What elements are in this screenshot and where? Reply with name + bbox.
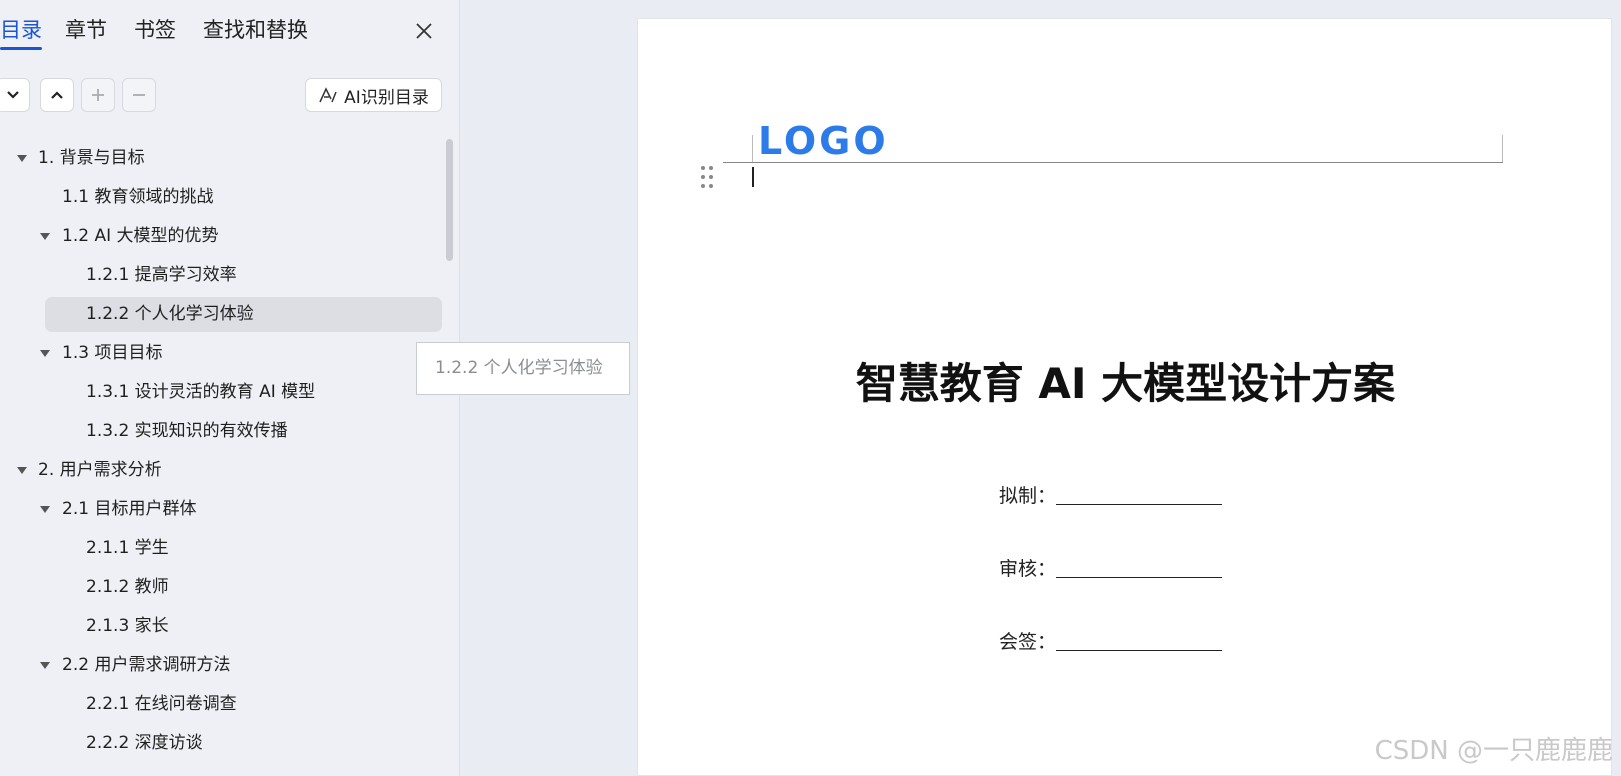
- toc-item-label: 1.3.2 实现知识的有效传播: [86, 421, 288, 441]
- toc-item-label: 1.3.1 设计灵活的教育 AI 模型: [86, 382, 316, 402]
- toc-tooltip: 1.2.2 个人化学习体验: [416, 342, 630, 395]
- chevron-up-icon: [51, 91, 63, 99]
- document-title: 智慧教育 AI 大模型设计方案: [855, 359, 1396, 408]
- toc-item[interactable]: 2.1 目标用户群体: [0, 490, 440, 529]
- toc-item-label: 2.2.2 深度访谈: [86, 733, 203, 753]
- toc-item-label: 1. 背景与目标: [38, 148, 145, 168]
- expand-triangle-icon[interactable]: [38, 646, 52, 685]
- toc-item[interactable]: 2.1.1 学生: [0, 529, 440, 568]
- toc-item-label: 2. 用户需求分析: [38, 460, 162, 480]
- toc-item-label: 1.3 项目目标: [62, 343, 163, 363]
- minus-icon: [133, 94, 145, 96]
- toc-item[interactable]: 2.2.1 在线问卷调查: [0, 685, 440, 724]
- toc-item[interactable]: 2.1.3 家长: [0, 607, 440, 646]
- toc-item-label: 2.1 目标用户群体: [62, 499, 197, 519]
- promote-button[interactable]: [40, 78, 74, 112]
- toc-item-label: 2.1.3 家长: [86, 616, 169, 636]
- toc-scrollbar[interactable]: [446, 139, 453, 261]
- sign-field-label: 拟制：: [999, 485, 1057, 507]
- sign-field-blank[interactable]: [1056, 485, 1223, 505]
- add-entry-button[interactable]: [81, 78, 115, 112]
- toc-item-label: 2.2.1 在线问卷调查: [86, 694, 237, 714]
- expand-triangle-icon[interactable]: [38, 334, 52, 373]
- toc-item[interactable]: 1.3 项目目标: [0, 334, 440, 373]
- close-icon: [416, 23, 432, 39]
- toc-toolbar: AI识别目录: [0, 78, 460, 114]
- expand-triangle-icon[interactable]: [38, 490, 52, 529]
- toc-item[interactable]: 2.2 用户需求调研方法: [0, 646, 440, 685]
- expand-triangle-icon[interactable]: [38, 217, 52, 256]
- toc-tree: 1. 背景与目标 1.1 教育领域的挑战 1.2 AI 大模型的优势 1.2.1 提高…: [0, 139, 442, 763]
- tab-find-replace[interactable]: 查找和替换: [203, 14, 308, 46]
- sign-field-reviewed: 审核：: [999, 554, 1223, 581]
- toc-item[interactable]: 2. 用户需求分析: [0, 451, 440, 490]
- toc-item[interactable]: 1.3.2 实现知识的有效传播: [0, 412, 440, 451]
- tab-toc[interactable]: 目录: [0, 14, 42, 50]
- sign-field-label: 审核：: [999, 558, 1057, 580]
- toc-item-label: 1.2.2 个人化学习体验: [86, 304, 254, 324]
- toc-item[interactable]: 1.3.1 设计灵活的教育 AI 模型: [0, 373, 440, 412]
- expand-triangle-icon[interactable]: [15, 139, 29, 178]
- remove-entry-button[interactable]: [122, 78, 156, 112]
- sign-field-blank[interactable]: [1056, 558, 1223, 578]
- document-page[interactable]: LOGO 智慧教育 AI 大模型设计方案 拟制： 审核： 会签：: [637, 18, 1612, 776]
- toc-item[interactable]: 1.2.2 个人化学习体验: [0, 295, 442, 334]
- toc-item[interactable]: 1.2 AI 大模型的优势: [0, 217, 440, 256]
- toc-item-label: 1.2.1 提高学习效率: [86, 265, 237, 285]
- toc-item-label: 1.2 AI 大模型的优势: [62, 226, 219, 246]
- toc-item-label: 2.1.2 教师: [86, 577, 169, 597]
- sign-field-countersigned: 会签：: [999, 627, 1223, 654]
- demote-button[interactable]: [0, 78, 30, 112]
- toc-item[interactable]: 2.1.2 教师: [0, 568, 440, 607]
- toc-item-label: 2.1.1 学生: [86, 538, 169, 558]
- panel-tabs: 目录 章节 书签 查找和替换: [0, 14, 460, 54]
- toc-item[interactable]: 1.2.1 提高学习效率: [0, 256, 440, 295]
- toc-item[interactable]: 1. 背景与目标: [0, 139, 440, 178]
- tab-bookmarks[interactable]: 书签: [134, 14, 176, 46]
- drag-handle-icon[interactable]: [700, 164, 714, 190]
- ai-detect-toc-button[interactable]: AI识别目录: [305, 78, 442, 112]
- header-margin-mark-left: [752, 135, 753, 163]
- header-margin-mark-right: [1502, 135, 1503, 163]
- ai-detect-toc-label: AI识别目录: [344, 87, 429, 108]
- header-logo: LOGO: [758, 119, 889, 163]
- chevron-down-icon: [7, 91, 19, 99]
- tab-chapters[interactable]: 章节: [65, 14, 107, 46]
- toc-item-label: 2.2 用户需求调研方法: [62, 655, 231, 675]
- sign-field-blank[interactable]: [1056, 631, 1223, 651]
- toc-item[interactable]: 2.2.2 深度访谈: [0, 724, 440, 763]
- toc-item[interactable]: 1.1 教育领域的挑战: [0, 178, 440, 217]
- sign-field-label: 会签：: [999, 631, 1057, 653]
- close-panel-button[interactable]: [410, 17, 438, 45]
- sign-field-drafted: 拟制：: [999, 481, 1223, 508]
- toc-panel: 目录 章节 书签 查找和替换 AI识别目录 1. 背景与目标 1.1 教育领域的…: [0, 0, 460, 776]
- ai-sparkle-icon: [319, 87, 337, 103]
- plus-icon: [92, 89, 104, 101]
- watermark: CSDN @一只鹿鹿鹿: [1374, 736, 1613, 766]
- text-caret: [752, 167, 754, 187]
- header-rule: [723, 162, 1503, 163]
- expand-triangle-icon[interactable]: [15, 451, 29, 490]
- toc-item-label: 1.1 教育领域的挑战: [62, 187, 214, 207]
